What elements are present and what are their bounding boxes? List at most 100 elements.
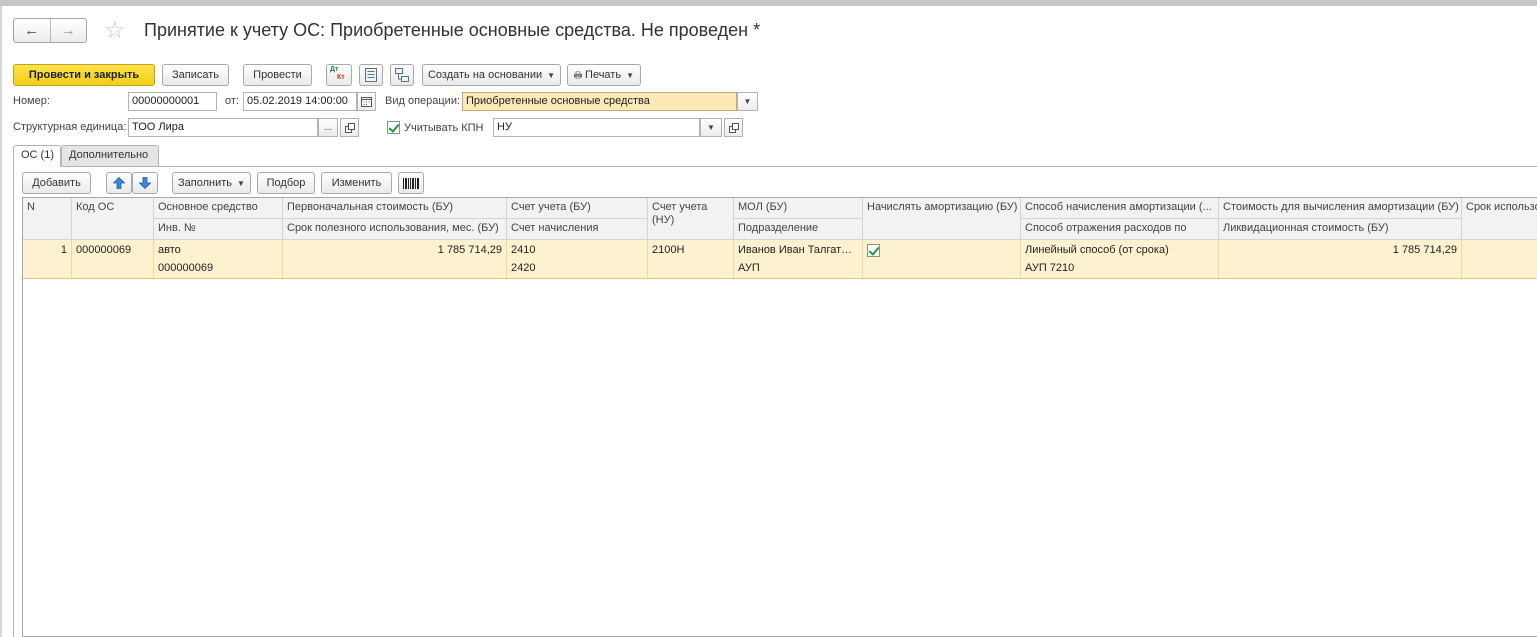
unit-open-button[interactable]: [340, 118, 359, 137]
forward-arrow-icon[interactable]: →: [49, 19, 87, 42]
col-header-account[interactable]: Счет учета (БУ): [507, 198, 648, 219]
col-header-method[interactable]: Способ начисления амортизации (...: [1021, 198, 1219, 219]
calendar-icon: [361, 97, 372, 107]
arrow-down-icon: [139, 177, 151, 189]
number-label: Номер:: [13, 95, 50, 107]
structural-unit-label: Структурная единица:: [13, 121, 127, 133]
move-up-button[interactable]: [106, 172, 132, 194]
assets-table: N Код ОС Основное средство Инв. № Первон…: [22, 197, 1537, 637]
kpn-dropdown-button[interactable]: ▼: [700, 118, 722, 137]
open-window-icon: [728, 122, 739, 133]
cell-liquidation[interactable]: [1219, 259, 1462, 278]
col-header-account-nu-line2: (НУ): [652, 214, 675, 226]
kpn-checkbox[interactable]: [387, 121, 400, 134]
row-separator: [23, 278, 1537, 279]
barcode-button[interactable]: [398, 172, 424, 194]
pick-button[interactable]: Подбор: [257, 172, 315, 194]
col-header-code[interactable]: Код ОС: [72, 198, 154, 240]
edit-button[interactable]: Изменить: [321, 172, 392, 194]
cell-cost[interactable]: 1 785 714,29: [283, 240, 507, 259]
cell-n[interactable]: 1: [23, 240, 72, 278]
create-based-on-label: Создать на основании: [427, 69, 543, 81]
window-left-edge: [0, 6, 2, 637]
save-button[interactable]: Записать: [162, 64, 229, 86]
col-header-account-nu[interactable]: Счет учета (НУ): [648, 198, 734, 240]
col-header-accrual-account[interactable]: Счет начисления: [507, 219, 648, 240]
amortization-checkbox[interactable]: [867, 244, 880, 257]
tab-os[interactable]: ОС (1): [13, 145, 61, 167]
cell-account[interactable]: 2410: [507, 240, 648, 259]
panel-border: [13, 166, 14, 637]
post-button[interactable]: Провести: [243, 64, 312, 86]
document-list-icon: [365, 68, 377, 82]
favorite-star-icon[interactable]: ☆: [104, 17, 126, 45]
structure-icon: [395, 68, 409, 82]
col-header-amortization[interactable]: Начислять амортизацию (БУ): [863, 198, 1021, 240]
dt-kt-button[interactable]: Дт Кт: [326, 64, 352, 86]
cell-accrual-account[interactable]: 2420: [507, 259, 648, 278]
col-header-n[interactable]: N: [23, 198, 72, 240]
open-window-icon: [344, 122, 355, 133]
kt-label: Кт: [337, 74, 345, 81]
calendar-button[interactable]: [357, 92, 376, 111]
arrow-up-icon: [113, 177, 125, 189]
cell-asset[interactable]: авто: [154, 240, 283, 259]
print-label: Печать: [585, 69, 622, 81]
col-header-asset[interactable]: Основное средство: [154, 198, 283, 219]
tab-additional[interactable]: Дополнительно: [61, 145, 159, 166]
operation-dropdown-button[interactable]: ▼: [737, 92, 758, 111]
cell-useful-life[interactable]: [283, 259, 507, 278]
print-button[interactable]: Печать ▼: [567, 64, 641, 86]
cell-inv[interactable]: 000000069: [154, 259, 283, 278]
col-header-base-cost[interactable]: Стоимость для вычисления амортизации (БУ…: [1219, 198, 1462, 219]
structural-unit-field[interactable]: ТОО Лира: [128, 118, 318, 137]
number-field[interactable]: 00000000001: [128, 92, 217, 111]
cell-method[interactable]: Линейный способ (от срока): [1021, 240, 1219, 259]
fill-button[interactable]: Заполнить ▼: [172, 172, 251, 194]
back-arrow-icon[interactable]: ←: [14, 19, 50, 42]
cell-term[interactable]: [1462, 240, 1537, 278]
document-list-button[interactable]: [359, 64, 383, 86]
cell-expense[interactable]: АУП 7210: [1021, 259, 1219, 278]
post-and-close-button[interactable]: Провести и закрыть: [13, 64, 155, 86]
kpn-open-button[interactable]: [724, 118, 743, 137]
tab-divider: [13, 166, 1537, 167]
dt-kt-icon: Дт Кт: [330, 66, 348, 83]
col-header-inv[interactable]: Инв. №: [154, 219, 283, 240]
history-nav: ← →: [13, 18, 87, 43]
unit-select-button[interactable]: ...: [318, 118, 338, 137]
chevron-down-icon: ▼: [626, 70, 634, 80]
cell-code[interactable]: 000000069: [72, 240, 154, 278]
operation-type-select[interactable]: Приобретенные основные средства: [462, 92, 737, 111]
date-field[interactable]: 05.02.2019 14:00:00: [243, 92, 357, 111]
operation-type-label: Вид операции:: [385, 95, 461, 107]
cell-mol[interactable]: Иванов Иван Талгатович: [734, 240, 863, 259]
cell-base-cost[interactable]: 1 785 714,29: [1219, 240, 1462, 259]
structure-button[interactable]: [390, 64, 414, 86]
col-header-mol[interactable]: МОЛ (БУ): [734, 198, 863, 219]
page-title: Принятие к учету ОС: Приобретенные основ…: [144, 20, 761, 40]
col-header-liquidation[interactable]: Ликвидационная стоимость (БУ): [1219, 219, 1462, 240]
cell-department[interactable]: АУП: [734, 259, 863, 278]
create-based-on-button[interactable]: Создать на основании ▼: [422, 64, 561, 86]
col-header-account-nu-line1: Счет учета: [652, 201, 708, 213]
date-label: от:: [225, 95, 239, 107]
chevron-down-icon: ▼: [547, 70, 556, 80]
move-down-button[interactable]: [132, 172, 158, 194]
kpn-label: Учитывать КПН: [404, 122, 484, 134]
kpn-field[interactable]: НУ: [493, 118, 700, 137]
dt-label: Дт: [330, 66, 339, 73]
cell-amortization[interactable]: [863, 240, 1021, 278]
printer-icon: [574, 71, 583, 79]
col-header-cost[interactable]: Первоначальная стоимость (БУ): [283, 198, 507, 219]
add-button[interactable]: Добавить: [22, 172, 91, 194]
chevron-down-icon: ▼: [237, 178, 245, 188]
barcode-icon: [403, 177, 419, 189]
col-header-department[interactable]: Подразделение: [734, 219, 863, 240]
col-header-useful-life[interactable]: Срок полезного использования, мес. (БУ): [283, 219, 507, 240]
cell-account-nu[interactable]: 2100Н: [648, 240, 734, 278]
col-header-term[interactable]: Срок использо: [1462, 198, 1537, 240]
fill-label: Заполнить: [178, 177, 233, 189]
col-header-expense[interactable]: Способ отражения расходов по: [1021, 219, 1219, 240]
chevron-down-icon: ▼: [707, 123, 715, 132]
